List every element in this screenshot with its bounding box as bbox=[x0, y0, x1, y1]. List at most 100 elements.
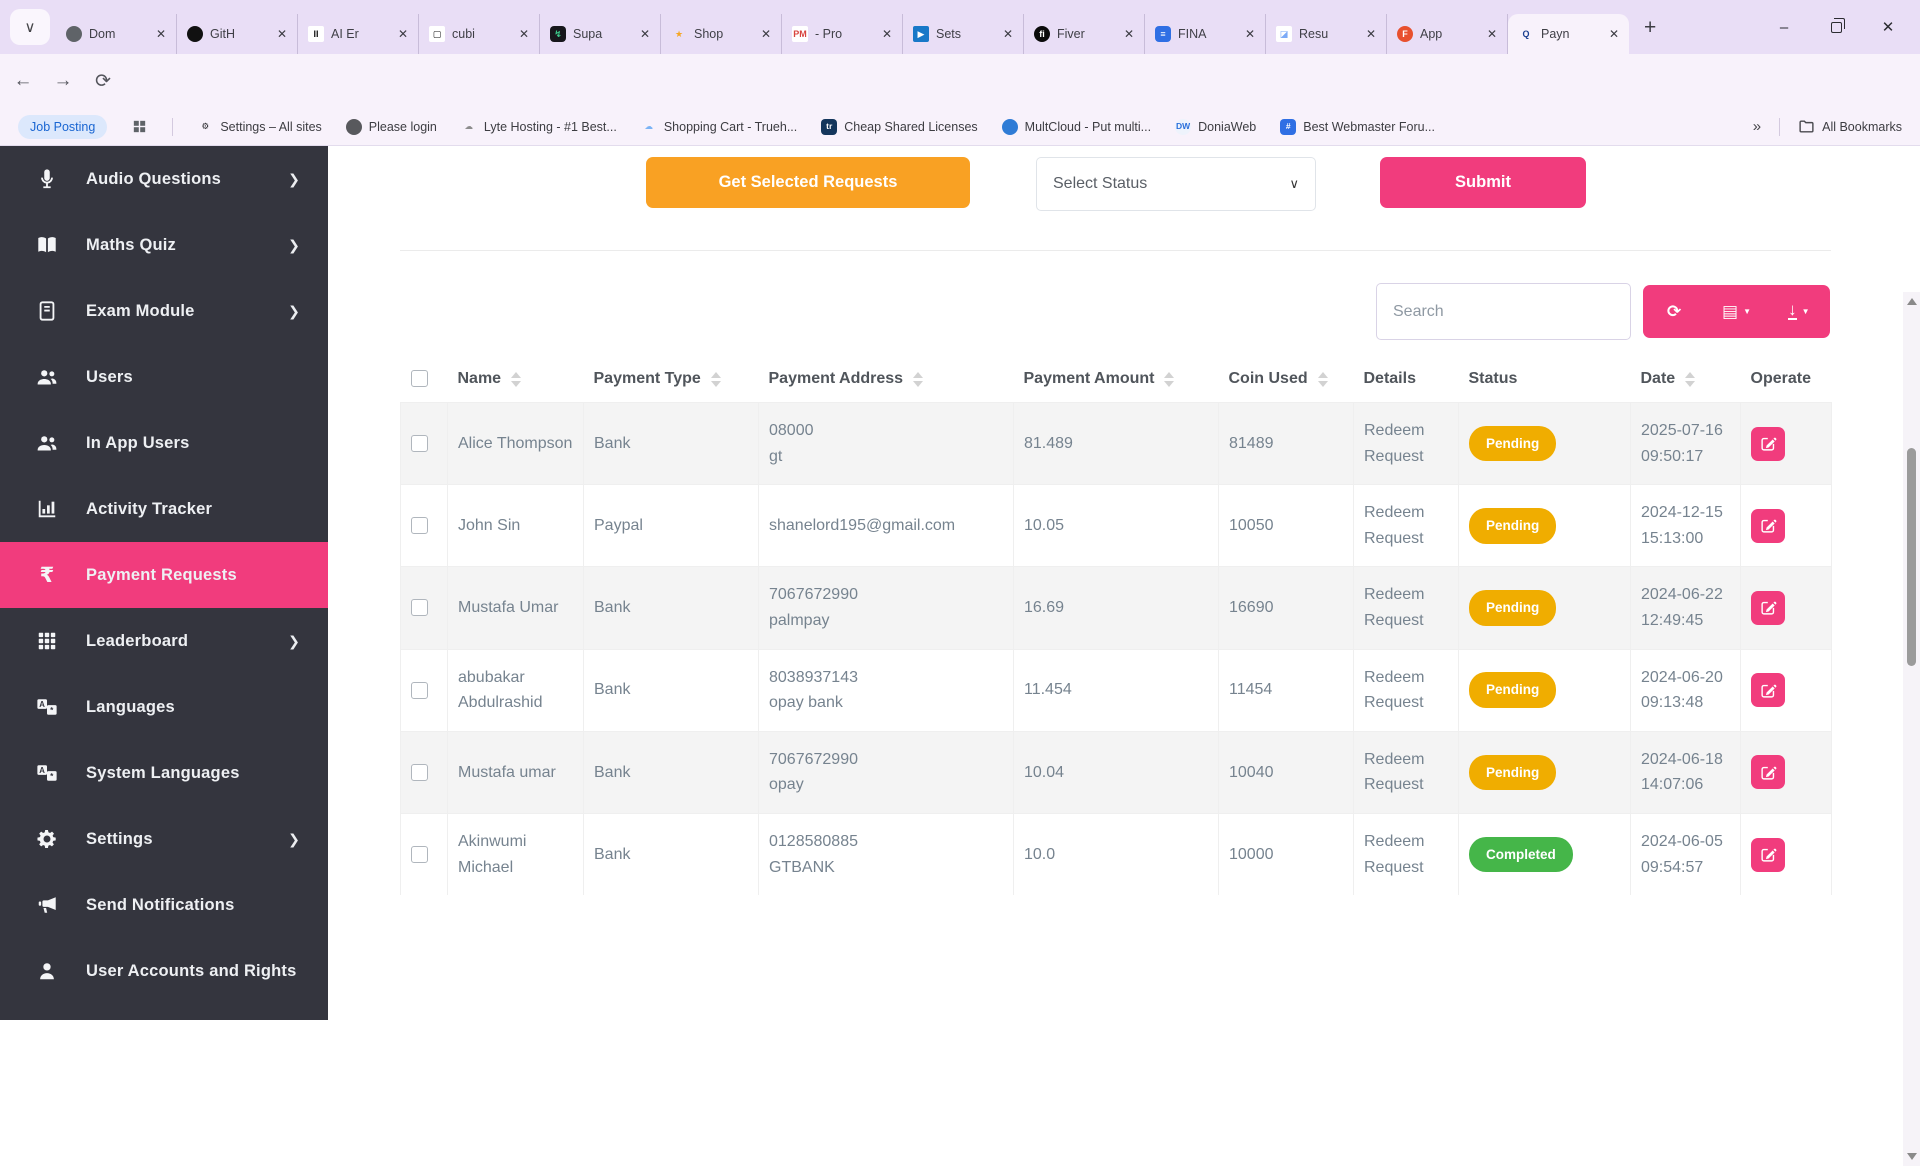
sidebar-item[interactable]: Users bbox=[0, 344, 328, 410]
close-icon[interactable]: ✕ bbox=[1862, 0, 1914, 54]
tab-close-icon[interactable]: ✕ bbox=[1364, 25, 1378, 43]
select-all-checkbox[interactable] bbox=[411, 370, 428, 387]
scrollbar-thumb[interactable] bbox=[1907, 448, 1916, 666]
bookmark-item[interactable]: MultCloud - Put multi... bbox=[1002, 119, 1151, 135]
row-checkbox[interactable] bbox=[411, 599, 428, 616]
sort-icon[interactable] bbox=[1318, 372, 1328, 387]
browser-tab[interactable]: Dom ✕ bbox=[56, 14, 177, 54]
submit-button[interactable]: Submit bbox=[1380, 157, 1586, 208]
tab-close-icon[interactable]: ✕ bbox=[154, 25, 168, 43]
edit-button[interactable] bbox=[1751, 673, 1785, 707]
tab-close-icon[interactable]: ✕ bbox=[396, 25, 410, 43]
tab-search-button[interactable]: ∨ bbox=[10, 9, 50, 45]
edit-button[interactable] bbox=[1751, 427, 1785, 461]
tab-close-icon[interactable]: ✕ bbox=[638, 25, 652, 43]
columns-button[interactable]: ▤▼ bbox=[1705, 302, 1767, 322]
browser-tab[interactable]: GitH ✕ bbox=[177, 14, 298, 54]
row-checkbox[interactable] bbox=[411, 517, 428, 534]
scroll-down-icon[interactable] bbox=[1907, 1153, 1917, 1160]
browser-tab[interactable]: ▢ cubi ✕ bbox=[419, 14, 540, 54]
bookmark-item[interactable]: ☁ Shopping Cart - Trueh... bbox=[641, 119, 797, 135]
browser-tab[interactable]: PM - Pro ✕ bbox=[782, 14, 903, 54]
sort-icon[interactable] bbox=[511, 372, 521, 387]
column-header[interactable]: Payment Type bbox=[584, 356, 759, 403]
sort-icon[interactable] bbox=[711, 372, 721, 387]
edit-button[interactable] bbox=[1751, 591, 1785, 625]
tab-close-icon[interactable]: ✕ bbox=[880, 25, 894, 43]
browser-tab[interactable]: II AI Er ✕ bbox=[298, 14, 419, 54]
status-select[interactable]: Select Status ∨ bbox=[1036, 157, 1316, 211]
browser-tab[interactable]: ↯ Supa ✕ bbox=[540, 14, 661, 54]
apps-grid-icon[interactable] bbox=[131, 118, 148, 135]
refresh-button[interactable]: ⟳ bbox=[1643, 302, 1705, 322]
sidebar-item[interactable]: Web Settings ❯ bbox=[0, 1004, 328, 1020]
edit-button[interactable] bbox=[1751, 755, 1785, 789]
tab-close-icon[interactable]: ✕ bbox=[1607, 25, 1621, 43]
browser-tab[interactable]: ▶ Sets ✕ bbox=[903, 14, 1024, 54]
tab-close-icon[interactable]: ✕ bbox=[1485, 25, 1499, 43]
export-button[interactable]: ↓▼ bbox=[1768, 303, 1830, 320]
column-header[interactable]: Date bbox=[1631, 356, 1741, 403]
column-header[interactable]: Status bbox=[1459, 356, 1631, 403]
bookmark-item[interactable]: ⚙ Settings – All sites bbox=[197, 119, 321, 135]
sidebar-item[interactable]: A* Languages bbox=[0, 674, 328, 740]
date-text: 2024-12-15 bbox=[1641, 504, 1723, 521]
column-header[interactable]: Name bbox=[448, 356, 584, 403]
row-checkbox[interactable] bbox=[411, 764, 428, 781]
column-header[interactable]: Payment Address bbox=[759, 356, 1014, 403]
forward-icon[interactable]: → bbox=[48, 67, 78, 95]
edit-button[interactable] bbox=[1751, 509, 1785, 543]
column-header[interactable]: Details bbox=[1354, 356, 1459, 403]
column-header[interactable]: Operate bbox=[1741, 356, 1832, 403]
sidebar-item[interactable]: A* System Languages bbox=[0, 740, 328, 806]
browser-tab[interactable]: ★ Shop ✕ bbox=[661, 14, 782, 54]
browser-tab[interactable]: Q Payn ✕ bbox=[1508, 14, 1629, 54]
sort-icon[interactable] bbox=[913, 372, 923, 387]
edit-button[interactable] bbox=[1751, 838, 1785, 872]
sort-icon[interactable] bbox=[1685, 372, 1695, 387]
new-tab-button[interactable]: + bbox=[1644, 16, 1656, 40]
sidebar-item[interactable]: Leaderboard ❯ bbox=[0, 608, 328, 674]
tab-close-icon[interactable]: ✕ bbox=[1122, 25, 1136, 43]
tab-close-icon[interactable]: ✕ bbox=[759, 25, 773, 43]
minimize-icon[interactable]: – bbox=[1758, 0, 1810, 54]
bookmark-item[interactable]: DW DoniaWeb bbox=[1175, 119, 1256, 135]
bookmark-item[interactable]: # Best Webmaster Foru... bbox=[1280, 119, 1435, 135]
scroll-up-icon[interactable] bbox=[1907, 298, 1917, 305]
sidebar-item[interactable]: In App Users bbox=[0, 410, 328, 476]
sidebar-item[interactable]: Send Notifications bbox=[0, 872, 328, 938]
bookmark-item[interactable]: ☁ Lyte Hosting - #1 Best... bbox=[461, 119, 617, 135]
column-header[interactable]: Coin Used bbox=[1219, 356, 1354, 403]
browser-tab[interactable]: ◪ Resu ✕ bbox=[1266, 14, 1387, 54]
sidebar-item[interactable]: Audio Questions ❯ bbox=[0, 146, 328, 212]
tab-close-icon[interactable]: ✕ bbox=[1243, 25, 1257, 43]
sidebar-item[interactable]: Maths Quiz ❯ bbox=[0, 212, 328, 278]
restore-icon[interactable] bbox=[1810, 0, 1862, 54]
browser-tab[interactable]: fi Fiver ✕ bbox=[1024, 14, 1145, 54]
back-icon[interactable]: ← bbox=[8, 67, 38, 95]
browser-tab[interactable]: F App ✕ bbox=[1387, 14, 1508, 54]
bookmark-item[interactable]: Please login bbox=[346, 119, 437, 135]
reload-icon[interactable]: ⟳ bbox=[88, 67, 118, 95]
sidebar-item[interactable]: Settings ❯ bbox=[0, 806, 328, 872]
search-input[interactable] bbox=[1376, 283, 1631, 340]
sidebar-item[interactable]: Activity Tracker bbox=[0, 476, 328, 542]
row-checkbox[interactable] bbox=[411, 435, 428, 452]
bookmark-item[interactable]: tr Cheap Shared Licenses bbox=[821, 119, 977, 135]
bookmark-job-posting[interactable]: Job Posting bbox=[18, 115, 107, 139]
row-checkbox[interactable] bbox=[411, 846, 428, 863]
sidebar-item[interactable]: Exam Module ❯ bbox=[0, 278, 328, 344]
bookmarks-overflow-icon[interactable]: » bbox=[1753, 118, 1761, 135]
page-scrollbar[interactable] bbox=[1903, 292, 1920, 1166]
row-checkbox[interactable] bbox=[411, 682, 428, 699]
all-bookmarks-button[interactable]: All Bookmarks bbox=[1798, 118, 1902, 135]
sidebar-item[interactable]: User Accounts and Rights bbox=[0, 938, 328, 1004]
tab-close-icon[interactable]: ✕ bbox=[275, 25, 289, 43]
browser-tab[interactable]: ≡ FINA ✕ bbox=[1145, 14, 1266, 54]
column-header[interactable]: Payment Amount bbox=[1014, 356, 1219, 403]
get-selected-requests-button[interactable]: Get Selected Requests bbox=[646, 157, 970, 208]
tab-close-icon[interactable]: ✕ bbox=[517, 25, 531, 43]
sidebar-item[interactable]: ₹ Payment Requests bbox=[0, 542, 328, 608]
tab-close-icon[interactable]: ✕ bbox=[1001, 25, 1015, 43]
sort-icon[interactable] bbox=[1164, 372, 1174, 387]
